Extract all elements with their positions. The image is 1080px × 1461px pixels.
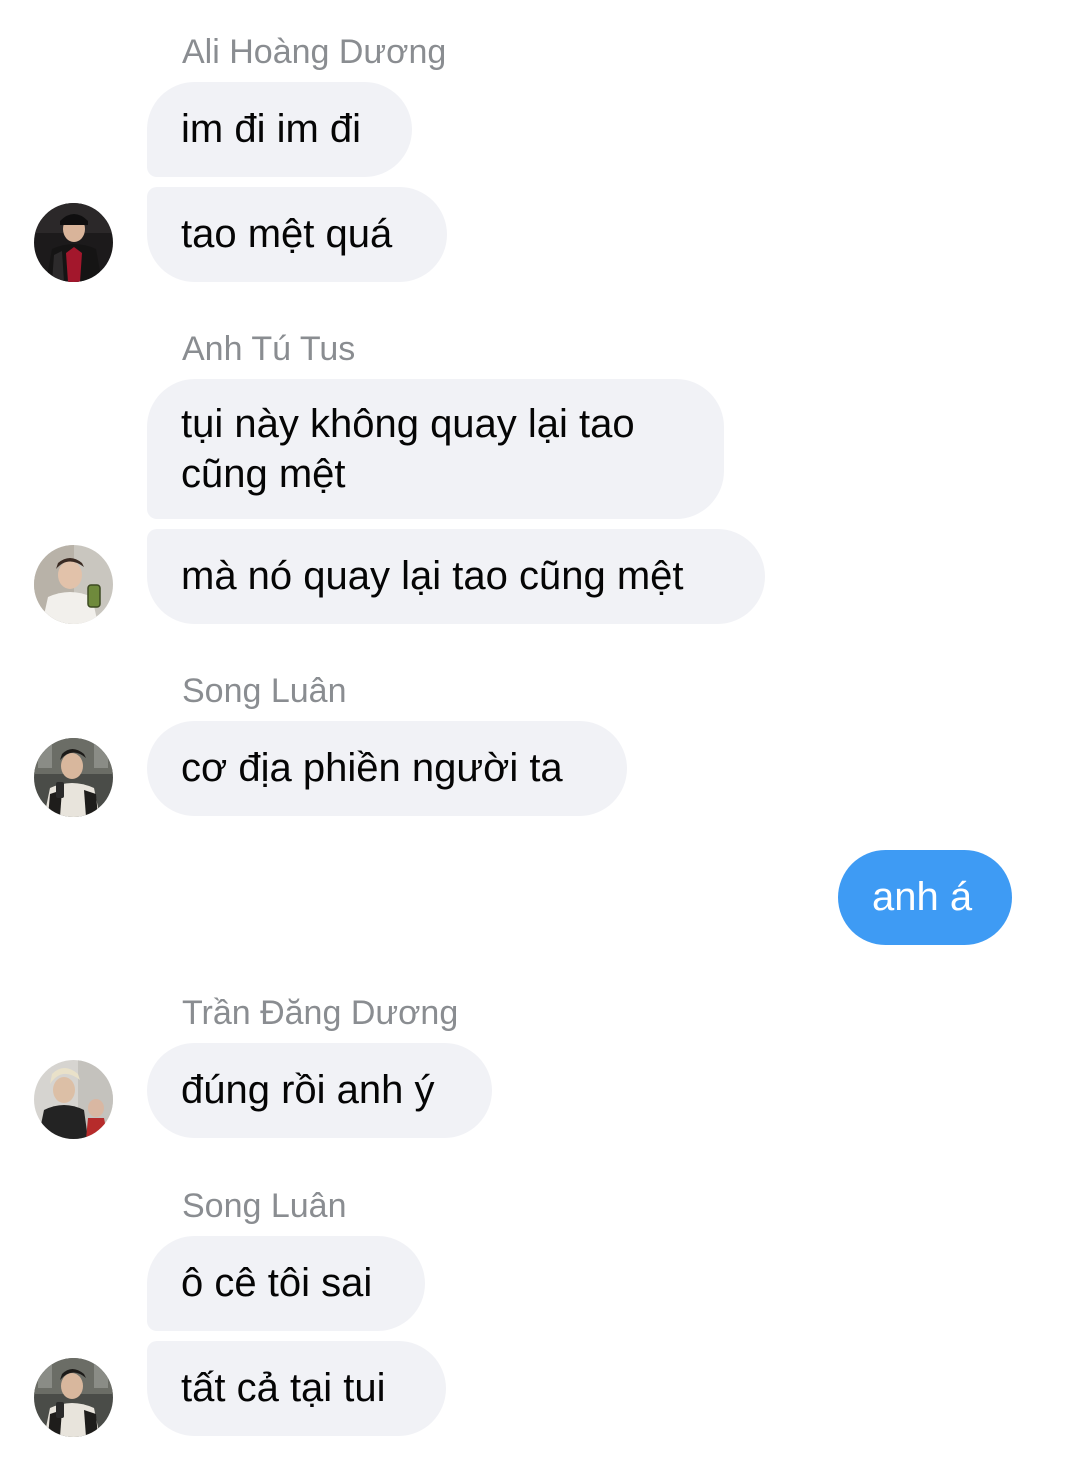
message-bubble[interactable]: tao mệt quá — [147, 187, 447, 282]
chat-thread[interactable]: Ali Hoàng Dương im đi im đi tao mệt quá … — [0, 0, 1080, 1461]
message-bubble[interactable]: tụi này không quay lại tao cũng mệt — [147, 379, 724, 519]
sender-name: Ali Hoàng Dương — [182, 33, 447, 71]
avatar[interactable] — [34, 1358, 113, 1437]
avatar[interactable] — [34, 203, 113, 282]
sender-name: Anh Tú Tus — [182, 330, 356, 368]
avatar[interactable] — [34, 1060, 113, 1139]
sender-name: Song Luân — [182, 1187, 347, 1225]
message-bubble[interactable]: ô cê tôi sai — [147, 1236, 425, 1331]
sender-name: Song Luân — [182, 672, 347, 710]
outgoing-message-bubble[interactable]: anh á — [838, 850, 1012, 945]
message-bubble[interactable]: đúng rồi anh ý — [147, 1043, 492, 1138]
message-bubble[interactable]: cơ địa phiền người ta — [147, 721, 627, 816]
message-bubble[interactable]: tất cả tại tui — [147, 1341, 446, 1436]
sender-name: Trần Đăng Dương — [182, 994, 459, 1032]
avatar[interactable] — [34, 738, 113, 817]
message-bubble[interactable]: im đi im đi — [147, 82, 412, 177]
avatar[interactable] — [34, 545, 113, 624]
message-bubble[interactable]: mà nó quay lại tao cũng mệt — [147, 529, 765, 624]
